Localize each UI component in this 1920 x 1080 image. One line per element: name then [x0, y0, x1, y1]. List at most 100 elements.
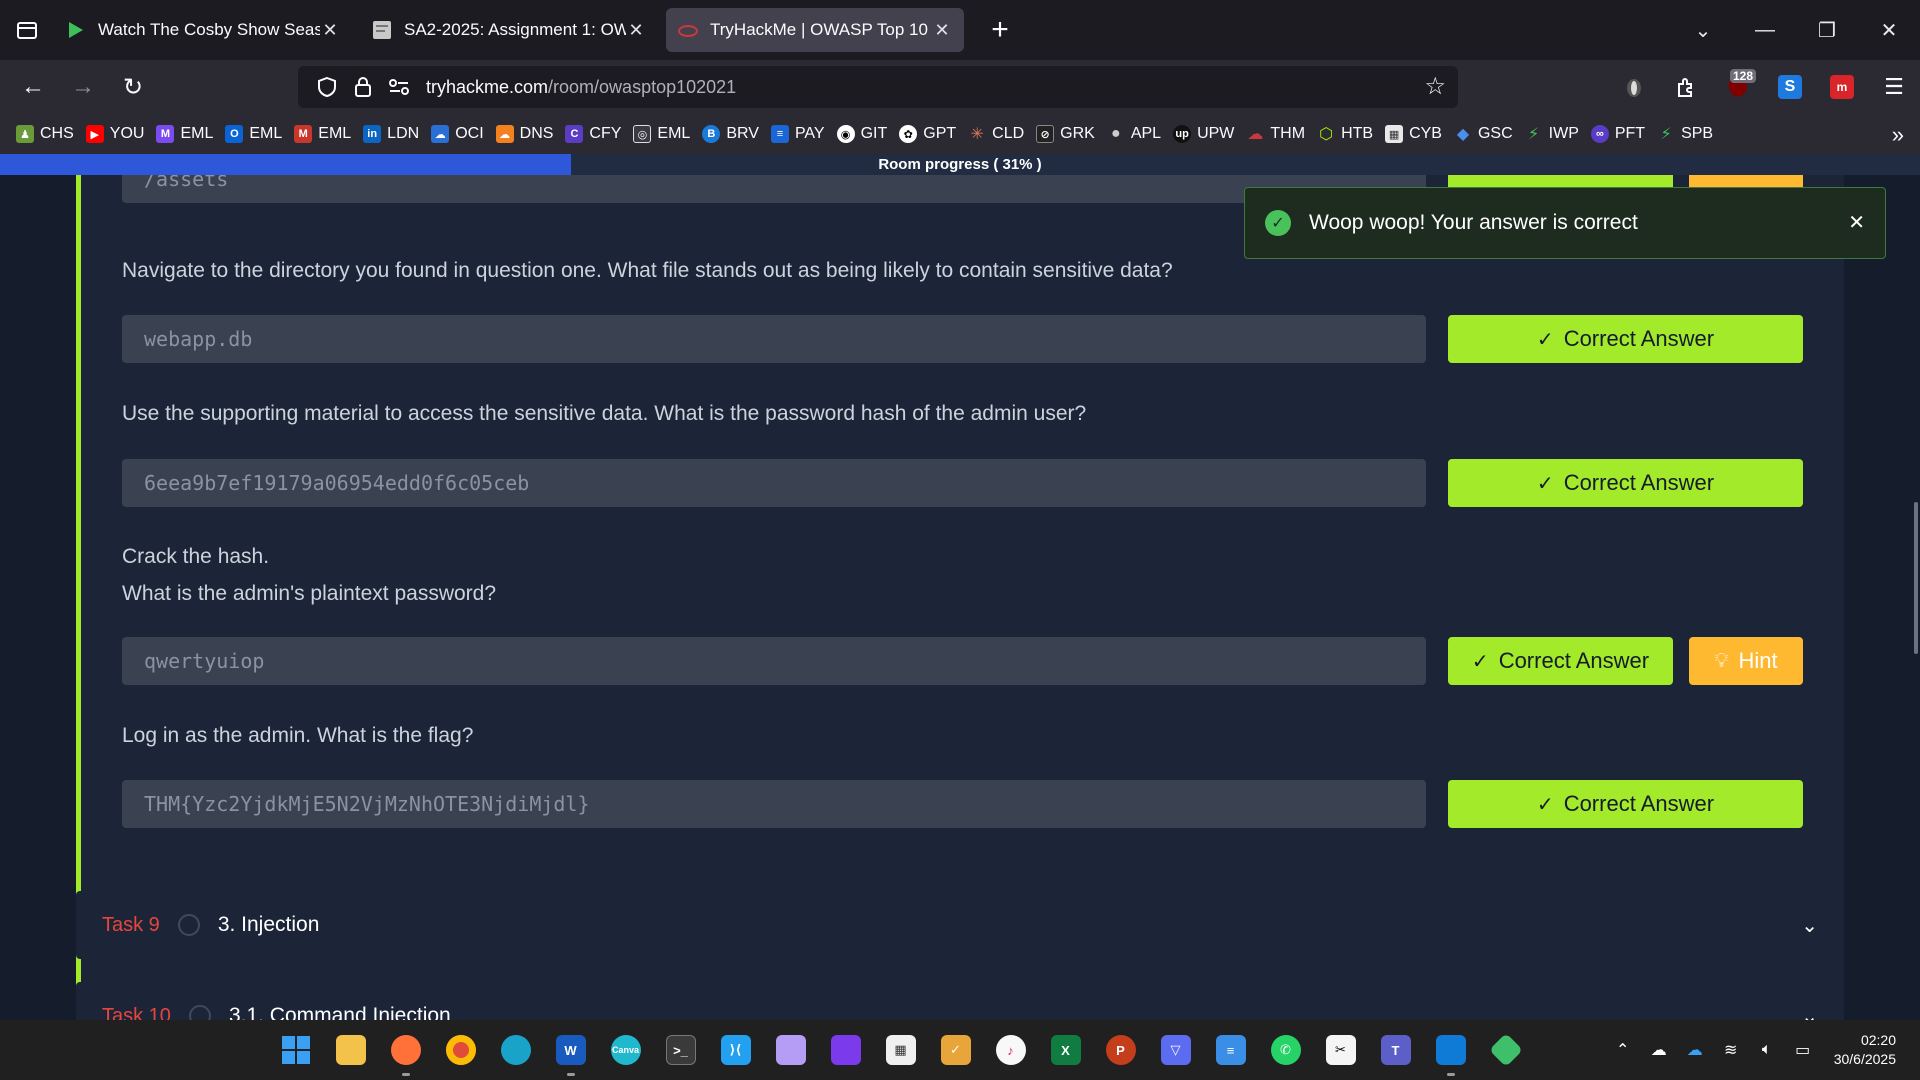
- chevron-up-icon[interactable]: ⌃: [1608, 1040, 1638, 1060]
- red-extension-icon[interactable]: m: [1816, 65, 1868, 109]
- obsidian-icon[interactable]: [818, 1022, 873, 1078]
- whatsapp-icon[interactable]: ✆: [1258, 1022, 1313, 1078]
- bookmarks-overflow-icon[interactable]: »: [1892, 122, 1904, 148]
- correct-answer-button[interactable]: ✓ Correct Answer: [1448, 459, 1803, 507]
- site-settings-icon[interactable]: [384, 72, 414, 102]
- bookmark-item[interactable]: up UPW: [1173, 125, 1234, 143]
- bookmark-item[interactable]: B BRV: [702, 125, 759, 143]
- capcut-icon[interactable]: ✂: [1313, 1022, 1368, 1078]
- task-row-9[interactable]: Task 9 3. Injection ⌄: [76, 891, 1844, 959]
- close-window-icon[interactable]: ✕: [1858, 18, 1920, 43]
- answer-field[interactable]: /assets: [122, 175, 1426, 203]
- forward-icon[interactable]: →: [58, 65, 108, 109]
- bookmark-item[interactable]: ✿ GPT: [899, 125, 956, 143]
- tools-icon[interactable]: ✓: [928, 1022, 983, 1078]
- bookmark-item[interactable]: ✳ CLD: [968, 125, 1024, 143]
- file-explorer-icon[interactable]: [323, 1022, 378, 1078]
- bookmark-item[interactable]: ∞ PFT: [1590, 125, 1645, 143]
- ublock-icon[interactable]: 128: [1712, 65, 1764, 109]
- bookmark-item[interactable]: ◉ GIT: [836, 125, 887, 143]
- onedrive-gray-icon[interactable]: ☁: [1644, 1040, 1674, 1060]
- notepad-icon[interactable]: ≡: [1203, 1022, 1258, 1078]
- answer-field[interactable]: qwertyuiop: [122, 637, 1426, 685]
- restore-icon[interactable]: ❐: [1796, 18, 1858, 43]
- tab-list-icon[interactable]: [0, 0, 54, 60]
- purple-app-icon[interactable]: [763, 1022, 818, 1078]
- vscode-icon[interactable]: ⟩⟨: [708, 1022, 763, 1078]
- start-button[interactable]: [268, 1022, 323, 1078]
- bookmark-item[interactable]: ⬡ HTB: [1317, 125, 1373, 143]
- microsoft-store-icon[interactable]: ▦: [873, 1022, 928, 1078]
- bookmark-item[interactable]: ● APL: [1107, 125, 1161, 143]
- incognito-extension-icon[interactable]: [1608, 65, 1660, 109]
- menu-hamburger-icon[interactable]: ☰: [1868, 65, 1920, 109]
- bookmark-item[interactable]: ◎ EML: [633, 125, 690, 143]
- extensions-puzzle-icon[interactable]: [1660, 65, 1712, 109]
- onedrive-icon[interactable]: ☁: [1680, 1040, 1710, 1060]
- clock[interactable]: 02:20 30/6/2025: [1834, 1031, 1896, 1069]
- task-row-10[interactable]: Task 10 3.1. Command Injection ⌄: [76, 982, 1844, 1020]
- chevron-down-icon[interactable]: ⌄: [1801, 1004, 1818, 1021]
- back-icon[interactable]: ←: [8, 65, 58, 109]
- bookmark-item[interactable]: C CFY: [565, 125, 621, 143]
- address-bar[interactable]: tryhackme.com/room/owasptop102021 ☆: [298, 66, 1458, 108]
- bookmark-item[interactable]: ☁ THM: [1246, 125, 1305, 143]
- tab-cosby[interactable]: Watch The Cosby Show Season 2 ✕: [54, 8, 352, 52]
- bookmark-item[interactable]: ☁ DNS: [495, 125, 553, 143]
- close-tab-icon[interactable]: ✕: [626, 20, 646, 41]
- excel-icon[interactable]: X: [1038, 1022, 1093, 1078]
- page-scrollbar[interactable]: [1914, 502, 1918, 654]
- shield-icon[interactable]: [312, 72, 342, 102]
- bookmark-item[interactable]: M EML: [156, 125, 213, 143]
- gmail-icon: M: [294, 125, 313, 143]
- reload-icon[interactable]: ↻: [108, 65, 158, 109]
- remote-desktop-icon[interactable]: [1423, 1022, 1478, 1078]
- teams-icon[interactable]: T: [1368, 1022, 1423, 1078]
- battery-icon[interactable]: ▭: [1788, 1040, 1818, 1060]
- edge-icon[interactable]: [488, 1022, 543, 1078]
- minimize-icon[interactable]: —: [1734, 19, 1796, 42]
- bookmark-star-icon[interactable]: ☆: [1424, 72, 1446, 101]
- bookmark-item[interactable]: O EML: [225, 125, 282, 143]
- bookmark-item[interactable]: ≡ PAY: [770, 125, 825, 143]
- close-tab-icon[interactable]: ✕: [932, 20, 952, 41]
- bookmark-item[interactable]: ⚡ IWP: [1525, 125, 1579, 143]
- green-diamond-app-icon[interactable]: [1478, 1022, 1533, 1078]
- volume-icon[interactable]: 🔈︎: [1752, 1041, 1782, 1059]
- powerpoint-icon[interactable]: P: [1093, 1022, 1148, 1078]
- close-toast-icon[interactable]: ✕: [1848, 210, 1865, 235]
- bookmark-label: CHS: [40, 125, 74, 142]
- bookmark-item[interactable]: M EML: [294, 125, 351, 143]
- tab-tryhackme[interactable]: TryHackMe | OWASP Top 10 - 20 ✕: [666, 8, 964, 52]
- tab-assignment[interactable]: SA2-2025: Assignment 1: OWASP ✕: [360, 8, 658, 52]
- bookmark-item[interactable]: ♟ CHS: [16, 125, 74, 143]
- terminal-icon[interactable]: >_: [653, 1022, 708, 1078]
- bookmark-item[interactable]: ▶ YOU: [85, 125, 144, 143]
- bookmark-item[interactable]: in LDN: [363, 125, 419, 143]
- bookmark-item[interactable]: ⚡ SPB: [1657, 125, 1713, 143]
- firefox-icon[interactable]: [378, 1022, 433, 1078]
- answer-field[interactable]: webapp.db: [122, 315, 1426, 363]
- itunes-icon[interactable]: ♪: [983, 1022, 1038, 1078]
- bookmark-item[interactable]: ▦ CYB: [1385, 125, 1442, 143]
- tab-overflow-chevron-icon[interactable]: ⌄: [1672, 18, 1734, 43]
- hint-button[interactable]: 💡︎ Hint: [1689, 637, 1803, 685]
- wifi-icon[interactable]: ≋: [1716, 1040, 1746, 1060]
- bookmark-item[interactable]: ⊘ GRK: [1036, 125, 1095, 143]
- correct-answer-button[interactable]: ✓ Correct Answer: [1448, 780, 1803, 828]
- bookmark-item[interactable]: ☁ OCI: [431, 125, 484, 143]
- answer-field[interactable]: 6eea9b7ef19179a06954edd0f6c05ceb: [122, 459, 1426, 507]
- correct-answer-button[interactable]: ✓ Correct Answer: [1448, 315, 1803, 363]
- correct-answer-button[interactable]: ✓ Correct Answer: [1448, 637, 1673, 685]
- close-tab-icon[interactable]: ✕: [320, 20, 340, 41]
- chevron-down-icon[interactable]: ⌄: [1801, 913, 1818, 938]
- chrome-icon[interactable]: [433, 1022, 488, 1078]
- word-icon[interactable]: W: [543, 1022, 598, 1078]
- bookmark-item[interactable]: ◆ GSC: [1454, 125, 1513, 143]
- s-extension-icon[interactable]: S: [1764, 65, 1816, 109]
- answer-field[interactable]: THM{Yzc2YjdkMjE5N2VjMzNhOTE3NjdiMjdl}: [122, 780, 1426, 828]
- canva-icon[interactable]: Canva: [598, 1022, 653, 1078]
- lock-icon[interactable]: [348, 72, 378, 102]
- new-tab-button[interactable]: +: [978, 8, 1022, 52]
- vpn-icon[interactable]: ▽: [1148, 1022, 1203, 1078]
